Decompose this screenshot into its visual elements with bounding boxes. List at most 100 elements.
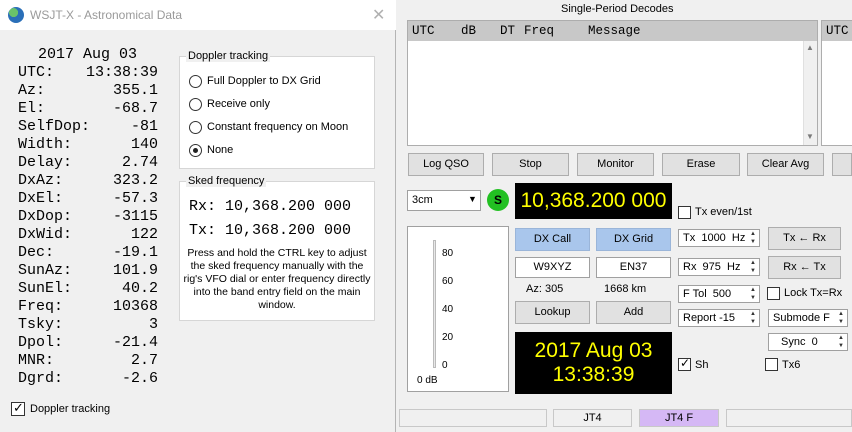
astro-row-dxwid: DxWid: 122 (18, 226, 158, 243)
close-icon[interactable]: ✕ (372, 5, 385, 25)
doppler-tracking-title: Doppler tracking (186, 50, 271, 62)
radio-circle[interactable] (189, 98, 202, 111)
doppler-tracking-checkbox-label: Doppler tracking (30, 403, 111, 415)
status-cell (726, 409, 852, 427)
sked-frequency-title: Sked frequency (186, 175, 267, 187)
dx-grid-button[interactable]: DX Grid (596, 228, 671, 251)
sked-tx: Tx: 10,368.200 000 (189, 222, 352, 239)
meter-tick: 20 (442, 332, 454, 343)
lock-tx-rx-label: Lock Tx=Rx (784, 287, 843, 299)
decodes-header: UTC dB DT Freq Message (408, 21, 817, 41)
signal-meter (407, 226, 509, 392)
tx6-label: Tx6 (782, 359, 801, 371)
s-indicator: S (487, 189, 509, 211)
astro-row-dxaz: DxAz: 323.2 (18, 172, 158, 189)
rx-from-tx-button[interactable]: Rx ← Tx (768, 256, 841, 279)
radio-circle-selected[interactable] (189, 144, 202, 157)
scroll-down-icon[interactable]: ▼ (806, 132, 814, 141)
lookup-button[interactable]: Lookup (515, 301, 590, 324)
tune-button[interactable] (832, 153, 852, 176)
tx-from-rx-button[interactable]: Tx ← Rx (768, 227, 841, 250)
spin-arrows-icon[interactable]: ▲ ▼ (748, 230, 758, 246)
clear-avg-button[interactable]: Clear Avg (747, 153, 824, 176)
doppler-tracking-checkbox[interactable] (11, 400, 25, 416)
astro-date: 2017 Aug 03 (38, 46, 138, 63)
spin-arrows-icon[interactable]: ▲ ▼ (836, 310, 846, 326)
sh-label: Sh (695, 359, 709, 371)
radio-receive-only[interactable]: Receive only (189, 97, 369, 113)
astro-row-dpol: Dpol: -21.4 (18, 334, 158, 351)
status-cell (399, 409, 547, 427)
spin-arrows-icon[interactable]: ▲ ▼ (748, 310, 758, 326)
radio-circle[interactable] (189, 121, 202, 134)
astro-row-tsky: Tsky: 3 (18, 316, 158, 333)
sh-checkbox[interactable] (678, 356, 691, 371)
monitor-button[interactable]: Monitor (577, 153, 654, 176)
astro-row-dxel: DxEl: -57.3 (18, 190, 158, 207)
sked-note: Press and hold the CTRL key to adjust th… (183, 247, 371, 311)
astro-row-el: El: -68.7 (18, 100, 158, 117)
col-freq: Freq (524, 24, 555, 38)
tx-frequency-spinbox[interactable]: Tx 1000 Hz ▲ ▼ (678, 229, 760, 247)
astro-row-mnr: MNR: 2.7 (18, 352, 158, 369)
astro-row-width: Width: 140 (18, 136, 158, 153)
astro-row-selfdop: SelfDop: -81 (18, 118, 158, 135)
sked-rx: Rx: 10,368.200 000 (189, 198, 352, 215)
decodes-scrollbar[interactable] (803, 41, 817, 145)
meter-tick: 40 (442, 304, 454, 315)
astro-row-delay: Delay: 2.74 (18, 154, 158, 171)
radio-circle[interactable] (189, 75, 202, 88)
astro-row-dxdop: DxDop: -3115 (18, 208, 158, 225)
col-db: dB (461, 24, 477, 38)
spin-arrows-icon[interactable]: ▲ ▼ (836, 334, 846, 350)
astro-window-title: WSJT-X - Astronomical Data (30, 8, 183, 22)
status-submode: JT4 F (639, 409, 719, 427)
submode-select[interactable]: Submode F ▲ ▼ (768, 309, 848, 327)
chevron-down-icon: ▼ (468, 194, 477, 204)
tx-even-checkbox[interactable] (678, 206, 691, 219)
band-select[interactable]: 3cm ▼ (407, 190, 481, 211)
meter-tick: 0 (442, 360, 448, 371)
scroll-up-icon[interactable]: ▲ (806, 43, 814, 52)
astro-row-freq: Freq: 10368 (18, 298, 158, 315)
meter-label: 0 dB (417, 375, 438, 386)
meter-tick: 60 (442, 276, 454, 287)
col-utc: UTC (412, 24, 435, 38)
add-button[interactable]: Add (596, 301, 671, 324)
lock-tx-rx-checkbox[interactable] (767, 287, 780, 300)
radio-constant-frequency[interactable]: Constant frequency on Moon (189, 120, 369, 136)
astro-row-sunaz: SunAz: 101.9 (18, 262, 158, 279)
frequency-display[interactable]: 10,368.200 000 (515, 183, 672, 219)
dx-call-input[interactable]: W9XYZ (515, 257, 590, 278)
spin-arrows-icon[interactable]: ▲ ▼ (748, 259, 758, 275)
wsjtx-logo-icon (8, 7, 24, 23)
meter-tick: 80 (442, 248, 454, 259)
utc-clock: 2017 Aug 03 13:38:39 (515, 332, 672, 394)
spin-arrows-icon[interactable]: ▲ ▼ (748, 286, 758, 302)
dx-grid-input[interactable]: EN37 (596, 257, 671, 278)
astro-row-dgrd: Dgrd: -2.6 (18, 370, 158, 387)
decodes-title: Single-Period Decodes (561, 3, 674, 15)
average-decodes-header: UTC (822, 21, 852, 41)
tx-even-label: Tx even/1st (695, 206, 752, 218)
sync-spinbox[interactable]: Sync 0 ▲ ▼ (768, 333, 848, 351)
azimuth-readout: Az: 305 (526, 283, 564, 295)
tx6-checkbox[interactable] (765, 358, 778, 371)
astro-row-utc: UTC: 13:38:39 (18, 64, 158, 81)
col-dt: DT (500, 24, 516, 38)
status-mode: JT4 (553, 409, 632, 427)
rx-frequency-spinbox[interactable]: Rx 975 Hz ▲ ▼ (678, 258, 760, 276)
radio-full-doppler[interactable]: Full Doppler to DX Grid (189, 74, 369, 90)
radio-none[interactable]: None (189, 143, 369, 159)
stop-button[interactable]: Stop (492, 153, 569, 176)
distance-readout: 1668 km (604, 283, 647, 295)
col-message: Message (588, 24, 641, 38)
report-spinbox[interactable]: Report -15 ▲ ▼ (678, 309, 760, 327)
signal-meter-bar (433, 240, 436, 368)
erase-button[interactable]: Erase (662, 153, 740, 176)
ftol-spinbox[interactable]: F Tol 500 ▲ ▼ (678, 285, 760, 303)
dx-call-button[interactable]: DX Call (515, 228, 590, 251)
clock-time: 13:38:39 (552, 363, 635, 386)
astro-row-az: Az: 355.1 (18, 82, 158, 99)
log-qso-button[interactable]: Log QSO (408, 153, 484, 176)
